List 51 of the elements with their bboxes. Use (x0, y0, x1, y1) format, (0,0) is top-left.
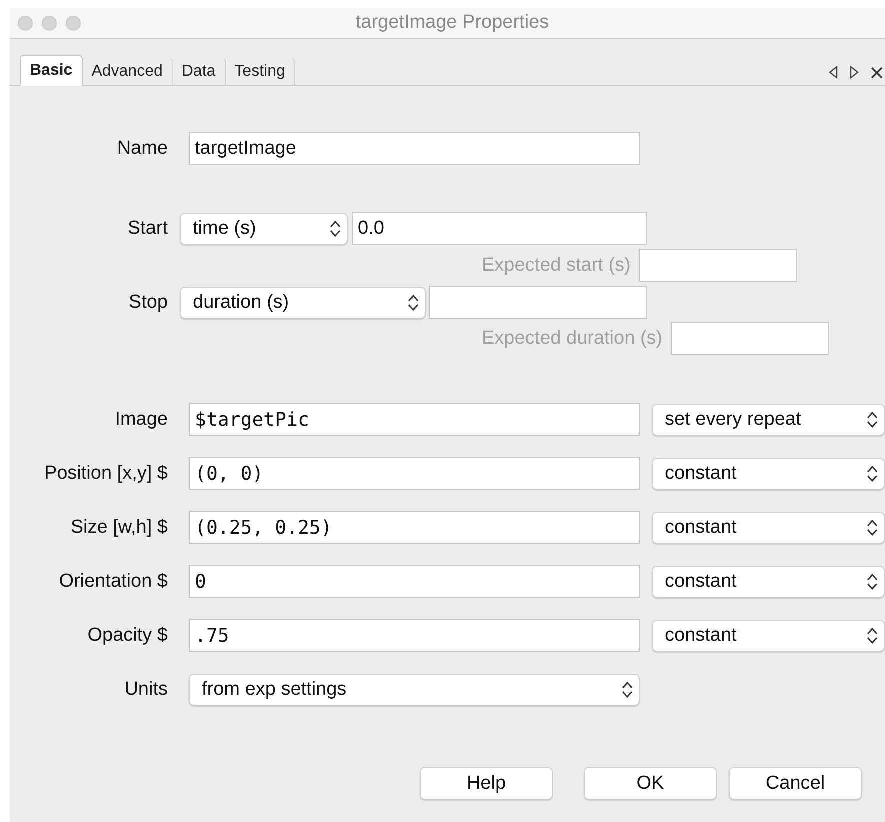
updown-arrows-icon (867, 626, 878, 644)
close-icon[interactable] (871, 66, 883, 78)
window-control-icon[interactable] (18, 16, 33, 30)
updown-arrows-icon (867, 464, 878, 482)
field-label: Start (126, 218, 168, 240)
parameter-field[interactable]: (0, 0) (189, 457, 640, 490)
updown-arrows-icon (408, 294, 419, 312)
parameter-field[interactable]: .75 (189, 619, 640, 652)
field-label: Opacity $ (86, 624, 168, 646)
field-label: Orientation $ (58, 570, 168, 592)
parameter-field[interactable]: 0 (189, 565, 640, 598)
dialog-button[interactable]: Cancel (729, 767, 862, 800)
field-label: Name (116, 138, 168, 160)
stop-type-select[interactable]: duration (s) (180, 286, 426, 318)
window-control-icon[interactable] (66, 16, 81, 30)
name-field[interactable]: targetImage (189, 132, 640, 165)
expected-start-field[interactable] (638, 249, 797, 282)
update-mode-select[interactable]: constant (652, 566, 885, 598)
scroll-right-icon[interactable] (850, 66, 859, 79)
field-label: Units (124, 678, 168, 700)
updown-arrows-icon (330, 220, 341, 238)
units-select[interactable]: from exp settings (189, 674, 640, 706)
stop-field[interactable] (429, 286, 647, 319)
tab[interactable]: Testing (226, 58, 296, 85)
window-title: targetImage Properties (356, 12, 550, 34)
update-mode-select[interactable]: constant (652, 512, 885, 544)
scroll-left-icon[interactable] (829, 66, 838, 79)
update-mode-select[interactable]: constant (652, 458, 885, 490)
field-label: Stop (128, 292, 168, 314)
start-type-select[interactable]: time (s) (180, 212, 348, 244)
tab[interactable]: Basic (20, 55, 83, 86)
field-label: Image (114, 408, 168, 430)
tab[interactable]: Data (172, 58, 226, 85)
updown-arrows-icon (867, 518, 878, 536)
dialog-button[interactable]: Help (420, 767, 553, 800)
updown-arrows-icon (622, 680, 633, 698)
window-control-icon[interactable] (42, 16, 57, 30)
update-mode-select[interactable]: constant (652, 620, 885, 652)
field-label: Size [w,h] $ (70, 516, 168, 538)
expected-duration-field[interactable] (670, 322, 829, 355)
parameter-field[interactable]: $targetPic (189, 403, 640, 436)
tab[interactable]: Advanced (82, 58, 173, 85)
parameter-field[interactable]: (0.25, 0.25) (189, 511, 640, 544)
updown-arrows-icon (867, 572, 878, 590)
updown-arrows-icon (867, 410, 878, 428)
update-mode-select[interactable]: set every repeat (652, 404, 885, 436)
dialog-button[interactable]: OK (584, 767, 717, 800)
field-label: Expected start (s) (482, 254, 631, 276)
field-label: Position [x,y] $ (43, 462, 168, 484)
start-field[interactable]: 0.0 (352, 212, 647, 245)
field-label: Expected duration (s) (482, 328, 663, 350)
